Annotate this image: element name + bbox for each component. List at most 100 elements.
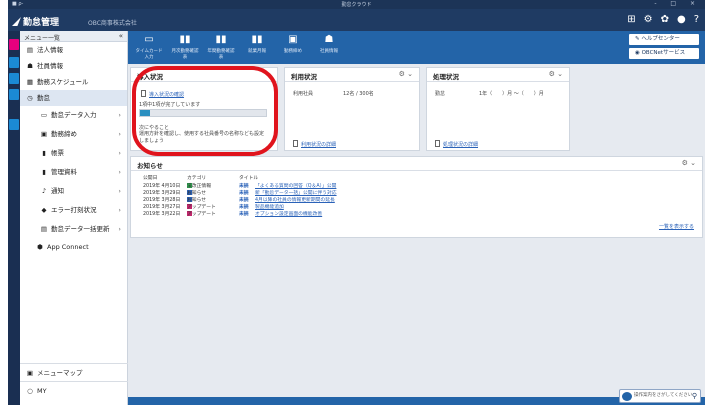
todo-heading: 次にやること [139, 125, 170, 131]
top-icons: ⊞ ⚙ ✿ ● ? [627, 14, 699, 25]
sidebar-item-menu-map[interactable]: ▣ メニューマップ [20, 363, 128, 381]
card-icon: ▭ [144, 34, 154, 45]
sidebar-item-management[interactable]: ▮ 管理資料 › [20, 163, 127, 182]
help-center-button[interactable]: ✎ ヘルプセンター [629, 34, 699, 45]
sidebar-item-error-punch[interactable]: ◆ エラー打刻状況 › [20, 201, 127, 220]
sidebar-item-app-connect[interactable]: ⬢ App Connect [20, 239, 127, 255]
document-icon [293, 140, 298, 147]
bar-chart-icon: ▮▮ [179, 34, 191, 45]
gear-icon[interactable]: ⚙ [644, 14, 653, 25]
notice-title-link[interactable]: 製品機能追加 [255, 204, 284, 211]
progress-fill [140, 110, 151, 116]
process-options-icon[interactable]: ⚙ ⌄ [549, 70, 563, 78]
sidebar-item-attendance[interactable]: ◷ 勤怠 [20, 90, 127, 106]
notice-date: 2019年 4月10日 [143, 184, 181, 189]
tool-monthly-report[interactable]: ▮▮ 就業月報 [242, 34, 272, 54]
chevron-right-icon: › [118, 206, 121, 214]
notices-more-link[interactable]: 一覧を表示する [659, 222, 694, 230]
panel-process: 処理状況 ⚙ ⌄ 勤怠 1年（ ）月 ～（ ）月 処理状況の詳細 [426, 67, 570, 151]
window-controls[interactable]: - □ × [654, 0, 701, 7]
lock-icon: ▣ [288, 34, 298, 45]
intro-link[interactable]: 導入状況の確認 [141, 90, 184, 98]
sidebar: メニュー一覧 « ▤ 法人情報 ☗ 社員情報 ▦ 勤務スケジュール ◷ 勤怠 ▭ 勤怠デー… [20, 31, 128, 405]
notice-date: 2019年 3月29日 [143, 191, 181, 196]
connect-icon: ⬢ [37, 243, 43, 251]
company-name: OBC商事株式会社 [88, 20, 137, 27]
process-detail-link[interactable]: 処理状況の詳細 [435, 140, 478, 148]
obc-service-button[interactable]: ◉ OBCNetサービス [629, 48, 699, 59]
sidebar-item-employees[interactable]: ☗ 社員情報 [20, 58, 127, 74]
panel-usage: 利用状況 ⚙ ⌄ 利用社員 12名 / 300名 利用状況の詳細 [284, 67, 420, 151]
notice-title-link[interactable]: オプション設定画面の機能改善 [255, 211, 322, 218]
chevron-right-icon: › [118, 149, 121, 157]
chevron-right-icon: › [118, 130, 121, 138]
sidebar-item-reports[interactable]: ▮ 帳票 › [20, 144, 127, 163]
process-value: 1年（ ）月 ～（ ）月 [479, 91, 544, 97]
user-icon: ○ [27, 387, 33, 395]
progress-text: 1項中1項が完了しています [139, 102, 201, 108]
refresh-icon: ▤ [40, 225, 48, 233]
rail-app-1-icon[interactable] [9, 39, 19, 50]
people-icon: ☗ [324, 34, 334, 45]
sidebar-item-bulk-update[interactable]: ▤ 勤怠データ一括更新 › [20, 220, 127, 239]
notice-title-link[interactable]: 新「勤怠データ一括」公開に伴う対応 [255, 190, 337, 197]
rail-app-2-icon[interactable] [9, 57, 19, 68]
settings-icon[interactable]: ✿ [661, 14, 669, 25]
grid-icon[interactable]: ⊞ [627, 14, 635, 25]
chevron-right-icon: › [118, 225, 121, 233]
sidebar-item-corporate[interactable]: ▤ 法人情報 [20, 42, 127, 58]
chevron-right-icon: › [118, 168, 121, 176]
todo-text: 運用方針を確認し、使用する社員番号の名称なども設定しましょう [139, 131, 265, 144]
unread-badge: 未読 [239, 191, 249, 196]
app-name: 勤怠管理 [23, 18, 60, 28]
tool-monthly[interactable]: ▮▮ 月次勤務確認表 [170, 34, 200, 60]
sidebar-item-schedule[interactable]: ▦ 勤務スケジュール [20, 74, 127, 90]
tool-employees[interactable]: ☗ 社員情報 [314, 34, 344, 54]
tool-timecard[interactable]: ▭ タイムカード入力 [134, 34, 164, 60]
bar-chart-icon: ▮ [42, 168, 46, 176]
tool-closing[interactable]: ▣ 勤務締め [278, 34, 308, 54]
error-icon: ◆ [41, 206, 47, 214]
notice-title-link[interactable]: 4月以降の社員の情報更新期間の延長 [255, 197, 335, 204]
unread-badge: 未読 [239, 205, 249, 210]
usage-detail-link[interactable]: 利用状況の詳細 [293, 140, 336, 148]
panel-notices-header: お知らせ ⚙ ⌄ [131, 157, 702, 171]
user-icon[interactable]: ● [677, 14, 686, 25]
calendar-icon: ▦ [26, 78, 34, 86]
main-content: 導入状況 導入状況の確認 1項中1項が完了しています 次にやること 運用方針を確… [128, 64, 705, 397]
rail-app-4-icon[interactable] [9, 89, 19, 100]
toolbar: ▭ タイムカード入力 ▮▮ 月次勤務確認表 ▮▮ 年間勤務確認表 ▮▮ 就業月報 ▣ 勤務… [128, 31, 705, 64]
panel-intro-title: 導入状況 [131, 68, 277, 82]
sidebar-header: メニュー一覧 « [20, 31, 127, 42]
document-icon: ▭ [40, 111, 48, 119]
chevron-right-icon: › [118, 187, 121, 195]
help-search-input[interactable]: 操作案内をさがしてください [634, 393, 692, 398]
window-title: 勤怠クラウド [341, 2, 372, 8]
rail-app-3-icon[interactable] [9, 73, 19, 84]
notice-title-link[interactable]: 「よくある質問の回答（Q＆A）」公開 [255, 183, 336, 190]
help-icon[interactable]: ? [694, 14, 699, 25]
bar-chart-icon: ▮▮ [251, 34, 263, 45]
sidebar-item-data-input[interactable]: ▭ 勤怠データ入力 › [20, 106, 127, 125]
sidebar-item-closing[interactable]: ▣ 勤務締め › [20, 125, 127, 144]
panel-intro: 導入状況 導入状況の確認 1項中1項が完了しています 次にやること 運用方針を確… [130, 67, 278, 151]
unread-badge: 未読 [239, 198, 249, 203]
app-logo[interactable]: 勤怠管理 [12, 15, 59, 28]
map-icon: ▣ [26, 369, 34, 377]
tool-yearly[interactable]: ▮▮ 年間勤務確認表 [206, 34, 236, 60]
help-search-widget[interactable]: 操作案内をさがしてください ⚲ [619, 389, 701, 403]
search-icon[interactable]: ⚲ [692, 392, 697, 400]
notices-options-icon[interactable]: ⚙ ⌄ [682, 159, 696, 167]
building-icon: ▤ [26, 46, 34, 54]
sidebar-title: メニュー一覧 [24, 35, 61, 42]
assistant-icon [622, 392, 632, 401]
intro-progress-bar [139, 109, 267, 117]
usage-options-icon[interactable]: ⚙ ⌄ [399, 70, 413, 78]
document-icon [435, 140, 440, 147]
collapse-icon[interactable]: « [119, 32, 123, 40]
sidebar-item-notify[interactable]: ♪ 通知 › [20, 182, 127, 201]
app-window: ■ ρ- 勤怠クラウド - □ × 勤怠管理 OBC商事株式会社 ⊞ ⚙ ✿ ●… [8, 0, 705, 405]
notice-date: 2019年 3月28日 [143, 198, 181, 203]
sidebar-item-my[interactable]: ○ MY [20, 381, 128, 399]
rail-app-5-icon[interactable] [9, 119, 19, 130]
